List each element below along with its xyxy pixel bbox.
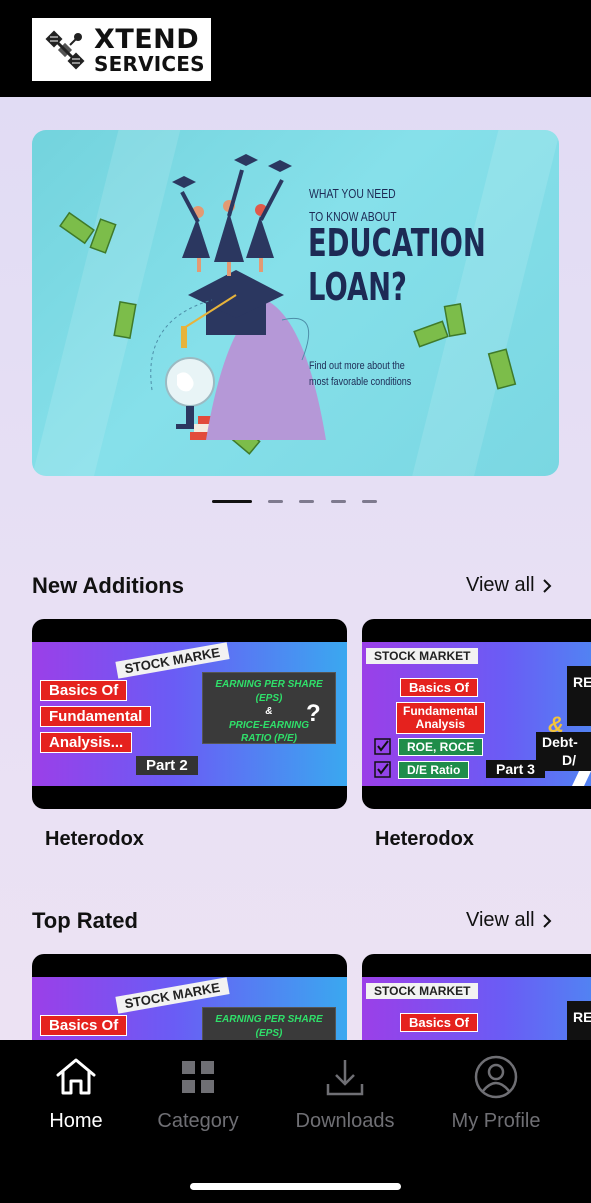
grid-icon: [182, 1061, 214, 1093]
thumb-red-label: Basics Of: [40, 1015, 128, 1036]
thumb-part-label: Part 2: [136, 756, 198, 775]
carousel-dot[interactable]: [362, 500, 377, 503]
video-card[interactable]: STOCK MARKE Basics Of Fundamental Analys…: [32, 619, 347, 809]
thumb-red-label: Analysis...: [40, 732, 133, 753]
video-card[interactable]: STOCK MARKET Basics Of Fundamental Analy…: [362, 619, 591, 809]
section-title-top-rated: Top Rated: [32, 908, 138, 933]
checkbox-icons: [374, 738, 391, 778]
thumb-right-text: RE: [573, 1009, 591, 1025]
nav-label-downloads: Downloads: [295, 1110, 395, 1132]
thumb-tag: STOCK MARKET: [366, 648, 479, 664]
bottom-navigation: Home Category Downloads My Profile: [0, 1040, 591, 1203]
logo-text: XTEND SERVICES: [94, 26, 205, 74]
banner-line1: WHAT YOU NEED: [309, 186, 396, 201]
video-thumbnail: STOCK MARKE Basics Of Fundamental Analys…: [32, 642, 347, 786]
thumb-red-label: Fundamental: [40, 706, 152, 727]
nav-item-downloads[interactable]: Downloads: [288, 1054, 402, 1133]
carousel-pagination: [0, 500, 591, 506]
home-indicator[interactable]: [190, 1183, 401, 1190]
thumb-green-label: ROE, ROCE: [398, 738, 484, 756]
nav-label-category: Category: [157, 1110, 239, 1132]
logo-line2: SERVICES: [94, 51, 205, 76]
thumb-right-text: D/: [562, 751, 576, 768]
thumb-debt-box: Debt- D/: [536, 732, 591, 771]
view-all-new-additions[interactable]: View all: [466, 574, 552, 597]
app-header: XTEND SERVICES: [0, 0, 591, 97]
thumb-red-label: Basics Of: [400, 1013, 478, 1032]
video-thumbnail: STOCK MARKET Basics Of Fundamental Analy…: [362, 642, 591, 786]
eps-line3: RATIO (P/E): [241, 733, 297, 744]
video-card[interactable]: STOCK MARKET Basics Of RE: [362, 954, 591, 1040]
promo-banner[interactable]: WHAT YOU NEED TO KNOW ABOUT EDUCATION LO…: [32, 130, 559, 476]
carousel-dot-active[interactable]: [212, 500, 252, 503]
home-content[interactable]: WHAT YOU NEED TO KNOW ABOUT EDUCATION LO…: [0, 97, 591, 1040]
chevron-right-icon: [542, 913, 551, 928]
banner-headline1: EDUCATION: [308, 221, 486, 265]
video-card-title[interactable]: Heterodox: [45, 828, 144, 851]
carousel-dot[interactable]: [331, 500, 346, 503]
carousel-dot[interactable]: [268, 500, 283, 503]
thumb-red-label-block: Fundamental Analysis: [396, 702, 485, 735]
view-all-label: View all: [466, 909, 535, 931]
thumb-tag: STOCK MARKET: [366, 983, 479, 999]
satellite-logo-icon: [45, 30, 85, 69]
banner-subtext: Find out more about the most favorable c…: [309, 359, 411, 391]
video-thumbnail: STOCK MARKET Basics Of RE: [362, 977, 591, 1040]
thumb-right-text: RE: [573, 674, 591, 690]
carousel-dot[interactable]: [299, 500, 314, 503]
chevron-right-icon: [542, 578, 551, 593]
thumb-red-label: Analysis: [415, 717, 466, 732]
banner-sub2: most favorable conditions: [309, 375, 412, 388]
nav-label-home: Home: [49, 1110, 103, 1132]
thumb-dark-panel: RE: [567, 1001, 591, 1040]
thumb-right-text: Debt-: [542, 734, 578, 750]
banner-sub1: Find out more about the: [309, 360, 405, 372]
section-title-new-additions: New Additions: [32, 573, 184, 598]
video-thumbnail: STOCK MARKE Basics Of EARNING PER SHARE …: [32, 977, 347, 1040]
banner-headline: EDUCATION LOAN?: [308, 221, 486, 309]
eps-line1: EARNING PER SHARE (EPS): [215, 1014, 323, 1039]
logo-line1: XTEND: [94, 23, 200, 55]
view-all-label: View all: [466, 574, 535, 596]
banner-headline2: LOAN?: [308, 264, 407, 309]
thumb-eps-box: EARNING PER SHARE (EPS) &: [202, 1007, 336, 1040]
app-logo[interactable]: XTEND SERVICES: [32, 18, 211, 81]
profile-icon: [474, 1055, 518, 1099]
download-icon: [326, 1060, 364, 1096]
thumb-green-label: D/E Ratio: [398, 761, 470, 779]
nav-item-home[interactable]: Home: [34, 1054, 118, 1133]
home-icon: [56, 1058, 96, 1095]
thumb-dark-panel: RE: [567, 666, 591, 726]
nav-label-my-profile: My Profile: [451, 1110, 541, 1132]
nav-item-my-profile[interactable]: My Profile: [444, 1054, 548, 1133]
nav-item-category[interactable]: Category: [150, 1054, 246, 1133]
view-all-top-rated[interactable]: View all: [466, 909, 552, 932]
thumb-red-label: Basics Of: [400, 678, 478, 697]
thumb-red-label: Basics Of: [40, 680, 128, 701]
question-mark-icon: ?: [306, 700, 321, 727]
video-card-title[interactable]: Heterodox: [375, 828, 474, 851]
video-card[interactable]: STOCK MARKE Basics Of EARNING PER SHARE …: [32, 954, 347, 1040]
